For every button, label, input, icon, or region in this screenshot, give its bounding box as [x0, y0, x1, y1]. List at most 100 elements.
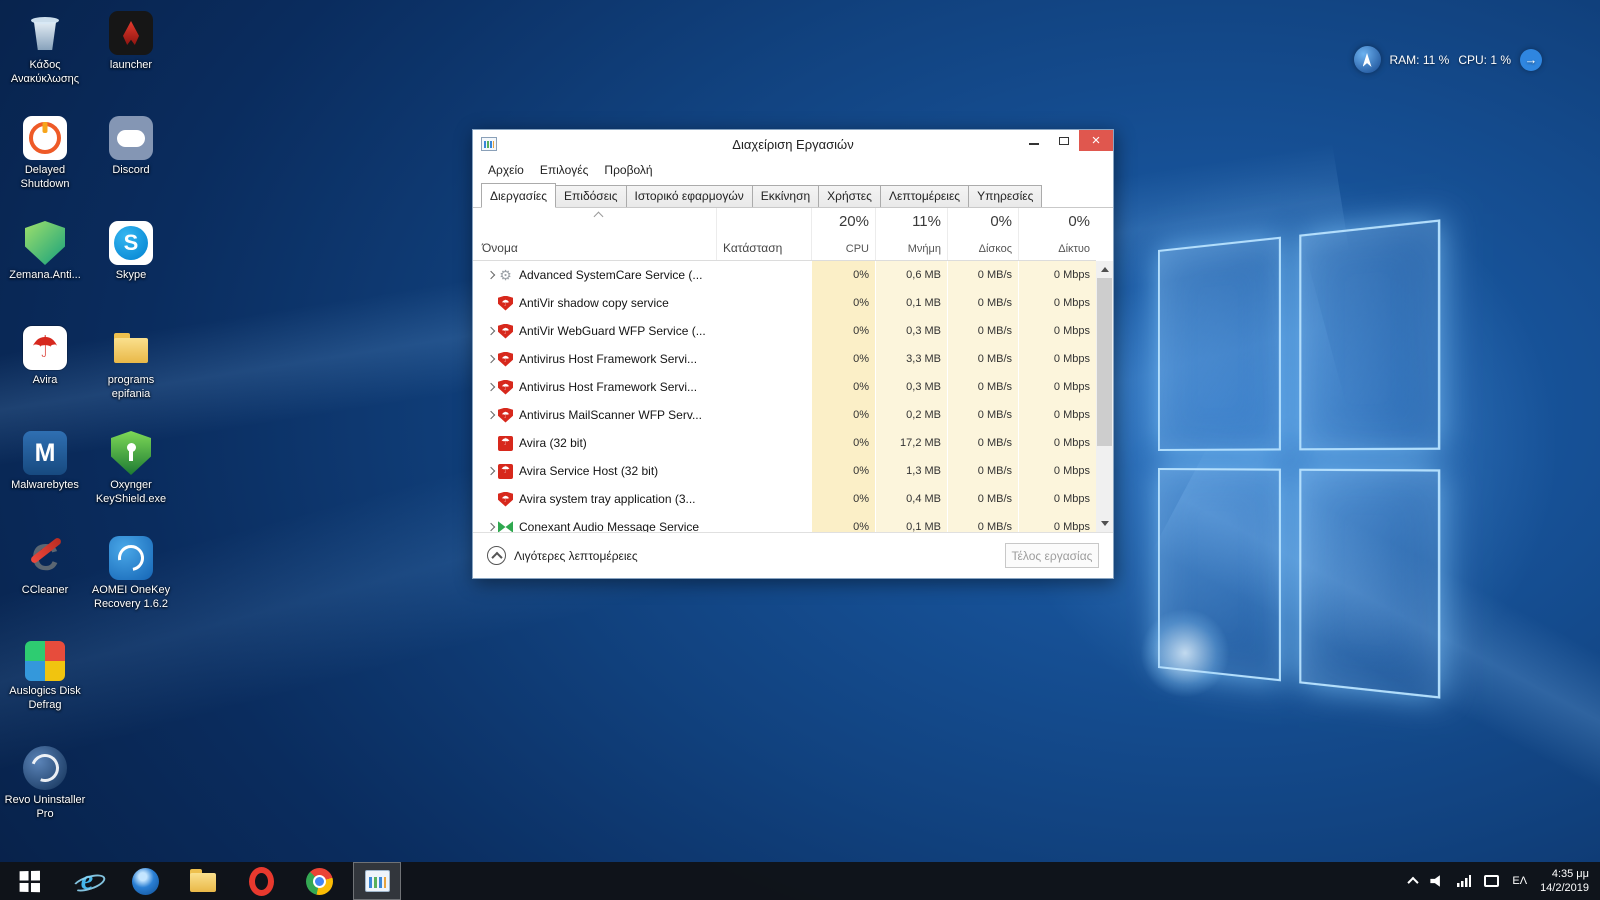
taskbar-blue-browser[interactable] [116, 862, 174, 900]
process-row[interactable]: Antivirus MailScanner WFP Serv... 0% 0,2… [473, 401, 1096, 429]
icon-label: Zemana.Anti... [9, 269, 81, 283]
desktop-icon-ccleaner[interactable]: CCleaner [2, 529, 88, 634]
expand-chevron-icon[interactable] [483, 384, 498, 390]
expand-chevron-icon[interactable] [483, 328, 498, 334]
volume-icon[interactable] [1430, 875, 1444, 888]
column-header-cpu[interactable]: 20% CPU [811, 208, 875, 260]
process-row[interactable]: Conexant Audio Message Service 0% 0,1 MB… [473, 513, 1096, 532]
desktop-icon-avira[interactable]: Avira [2, 319, 88, 424]
scrollbar-track[interactable] [1096, 278, 1113, 515]
column-header-memory[interactable]: 11% Μνήμη [875, 208, 947, 260]
desktop-icon-recycle-bin[interactable]: Κάδος Ανακύκλωσης [2, 4, 88, 109]
process-row[interactable]: Avira (32 bit) 0% 17,2 MB 0 MB/s 0 Mbps [473, 429, 1096, 457]
memory-value: 0,4 MB [875, 485, 947, 513]
desktop-icon-auslogics[interactable]: Auslogics Disk Defrag [2, 634, 88, 739]
network-total-percent: 0% [1068, 213, 1090, 230]
avira-shield-icon [498, 324, 513, 339]
network-signal-icon[interactable] [1457, 875, 1471, 887]
cpu-column-label: CPU [846, 243, 869, 255]
expand-chevron-icon[interactable] [483, 356, 498, 362]
column-header-name[interactable]: Όνομα [473, 208, 716, 260]
menu-options[interactable]: Επιλογές [533, 161, 596, 179]
maximize-button[interactable] [1049, 130, 1079, 151]
menu-view[interactable]: Προβολή [597, 161, 659, 179]
logo-pane [1158, 237, 1280, 451]
menu-file[interactable]: Αρχείο [481, 161, 531, 179]
process-row[interactable]: Avira Service Host (32 bit) 0% 1,3 MB 0 … [473, 457, 1096, 485]
desktop-icon-delayed-shutdown[interactable]: Delayed Shutdown [2, 109, 88, 214]
disk-value: 0 MB/s [947, 485, 1018, 513]
column-header-status[interactable]: Κατάσταση [716, 208, 811, 260]
cpu-value: 0% [811, 317, 875, 345]
desktop-icon-revo[interactable]: Revo Uninstaller Pro [2, 739, 88, 844]
titlebar[interactable]: Διαχείριση Εργασιών [473, 130, 1113, 158]
close-button[interactable] [1079, 130, 1113, 151]
tab-startup[interactable]: Εκκίνηση [752, 185, 819, 208]
process-row[interactable]: Antivirus Host Framework Servi... 0% 3,3… [473, 345, 1096, 373]
taskbar-file-explorer[interactable] [174, 862, 232, 900]
tab-processes[interactable]: Διεργασίες [481, 183, 556, 208]
performance-widget[interactable]: RAM: 11 % CPU: 1 % [1354, 46, 1542, 73]
desktop-icon-malwarebytes[interactable]: Malwarebytes [2, 424, 88, 529]
taskbar-opera[interactable] [232, 862, 290, 900]
taskbar-task-manager[interactable] [353, 862, 401, 900]
desktop-icon-zemana[interactable]: Zemana.Anti... [2, 214, 88, 319]
expand-chevron-icon[interactable] [483, 524, 498, 530]
process-row[interactable]: Advanced SystemCare Service (... 0% 0,6 … [473, 261, 1096, 289]
process-row[interactable]: Avira system tray application (3... 0% 0… [473, 485, 1096, 513]
expand-chevron-icon[interactable] [483, 272, 498, 278]
tab-users[interactable]: Χρήστες [818, 185, 881, 208]
tab-details[interactable]: Λεπτομέρειες [880, 185, 969, 208]
start-button[interactable] [0, 862, 58, 900]
minimize-button[interactable] [1019, 130, 1049, 151]
arrow-right-icon[interactable] [1520, 49, 1542, 71]
expand-chevron-icon[interactable] [483, 412, 498, 418]
tab-app-history[interactable]: Ιστορικό εφαρμογών [626, 185, 753, 208]
process-table-header: Όνομα Κατάσταση 20% CPU 11% Μνήμη 0% Δίσ… [473, 208, 1096, 261]
process-status-cell [716, 373, 811, 401]
avira-shield-icon [498, 492, 513, 507]
tab-performance[interactable]: Επιδόσεις [555, 185, 627, 208]
process-name-cell: Antivirus Host Framework Servi... [473, 373, 716, 401]
vertical-scrollbar[interactable] [1096, 261, 1113, 532]
desktop-icon-aomei-onekey[interactable]: AOMEI OneKey Recovery 1.6.2 [88, 529, 174, 634]
process-row[interactable]: AntiVir shadow copy service 0% 0,1 MB 0 … [473, 289, 1096, 317]
network-value: 0 Mbps [1018, 289, 1096, 317]
process-name-cell: AntiVir WebGuard WFP Service (... [473, 317, 716, 345]
desktop-icon-programs-epifania[interactable]: programs epifania [88, 319, 174, 424]
expand-chevron-icon[interactable] [483, 468, 498, 474]
tab-services[interactable]: Υπηρεσίες [968, 185, 1042, 208]
hidden-icons-chevron[interactable] [1408, 877, 1419, 888]
taskbar-chrome[interactable] [290, 862, 348, 900]
desktop-icon-skype[interactable]: Skype [88, 214, 174, 319]
process-row[interactable]: Antivirus Host Framework Servi... 0% 0,3… [473, 373, 1096, 401]
scroll-up-arrow[interactable] [1096, 261, 1113, 278]
scroll-down-arrow[interactable] [1096, 515, 1113, 532]
discord-icon [109, 116, 153, 160]
desktop-icon-oxynger-keyshield[interactable]: Oxynger KeyShield.exe [88, 424, 174, 529]
logo-pane [1299, 219, 1441, 450]
desktop-icon-launcher[interactable]: launcher [88, 4, 174, 109]
column-header-network[interactable]: 0% Δίκτυο [1018, 208, 1096, 260]
disk-value: 0 MB/s [947, 401, 1018, 429]
fewer-details-toggle[interactable]: Λιγότερες λεπτομέρειες [487, 546, 638, 565]
process-row[interactable]: AntiVir WebGuard WFP Service (... 0% 0,3… [473, 317, 1096, 345]
language-indicator[interactable]: ΕΛ [1512, 875, 1527, 887]
process-name: Avira (32 bit) [519, 436, 587, 450]
network-value: 0 Mbps [1018, 373, 1096, 401]
memory-total-percent: 11% [912, 213, 941, 230]
zemana-shield-icon [25, 221, 65, 265]
scrollbar-thumb[interactable] [1097, 278, 1112, 446]
minimize-icon [1029, 143, 1039, 145]
device-icon[interactable] [1484, 875, 1499, 887]
process-name-cell: Avira Service Host (32 bit) [473, 457, 716, 485]
desktop-icon-discord[interactable]: Discord [88, 109, 174, 214]
booster-rocket-icon[interactable] [1354, 46, 1381, 73]
cpu-value: 0% [811, 289, 875, 317]
taskbar-internet-explorer[interactable] [58, 862, 116, 900]
clock[interactable]: 4:35 μμ 14/2/2019 [1540, 867, 1589, 896]
avira-umbrella-icon [23, 326, 67, 370]
column-header-disk[interactable]: 0% Δίσκος [947, 208, 1018, 260]
end-task-button[interactable]: Τέλος εργασίας [1005, 543, 1099, 568]
opera-icon [249, 867, 274, 896]
